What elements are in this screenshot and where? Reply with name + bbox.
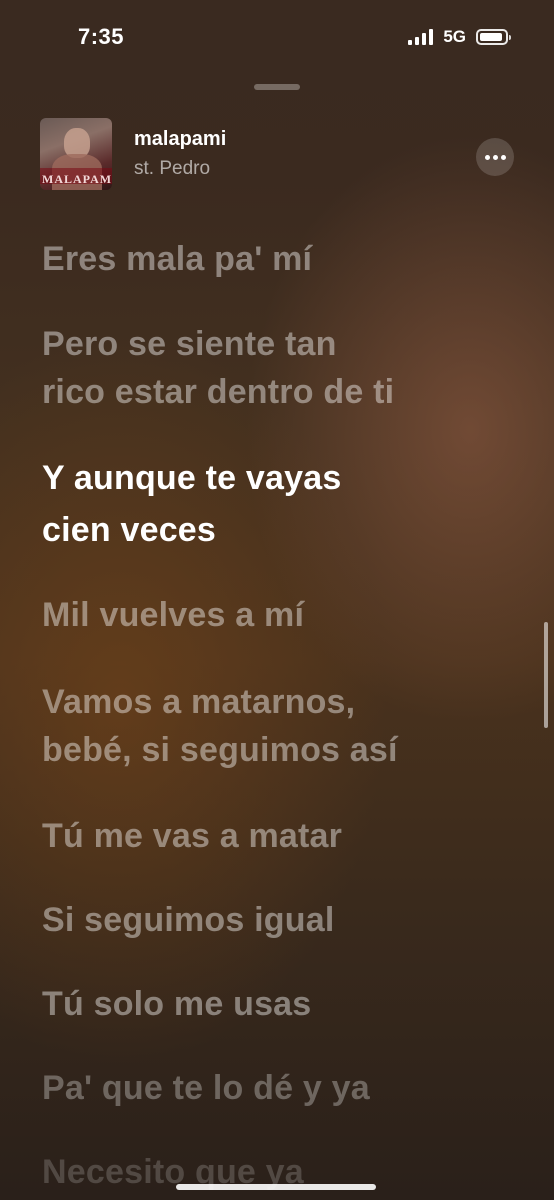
artwork-title: MALAPAMI xyxy=(42,172,112,186)
now-playing-header: MALAPAMI malapami st. Pedro xyxy=(40,118,514,196)
lyric-line[interactable]: rico estar dentro de ti xyxy=(42,370,512,414)
lyric-line[interactable]: Tú me vas a matar xyxy=(42,814,512,858)
track-artist[interactable]: st. Pedro xyxy=(134,158,210,180)
lyric-line[interactable]: Si seguimos igual xyxy=(42,898,512,942)
network-type: 5G xyxy=(443,27,466,46)
lyric-line[interactable]: Pa' que te lo dé y ya xyxy=(42,1066,512,1110)
lyric-line[interactable]: Eres mala pa' mí xyxy=(42,237,512,281)
lyric-line[interactable]: Vamos a matarnos, xyxy=(42,680,512,724)
ellipsis-icon xyxy=(484,154,490,160)
lyric-line[interactable]: bebé, si seguimos así xyxy=(42,728,512,772)
scroll-indicator[interactable] xyxy=(544,622,548,728)
lyric-line[interactable]: Mil vuelves a mí xyxy=(42,593,512,637)
lyric-line-active[interactable]: Y aunque te vayas xyxy=(42,456,512,500)
sheet-grabber[interactable] xyxy=(254,84,300,90)
lyric-line[interactable]: Tú solo me usas xyxy=(42,982,512,1026)
cellular-signal-icon xyxy=(408,29,434,45)
album-artwork[interactable]: MALAPAMI xyxy=(40,118,112,190)
status-time: 7:35 xyxy=(78,24,125,49)
lyric-line-active[interactable]: cien veces xyxy=(42,508,512,552)
home-indicator[interactable] xyxy=(176,1184,376,1190)
battery-icon xyxy=(476,29,511,45)
track-title[interactable]: malapami xyxy=(134,128,226,151)
more-options-button[interactable] xyxy=(476,138,514,176)
status-bar: 7:35 5G xyxy=(0,0,554,78)
status-indicators: 5G xyxy=(408,27,511,47)
lyric-line[interactable]: Pero se siente tan xyxy=(42,322,512,366)
